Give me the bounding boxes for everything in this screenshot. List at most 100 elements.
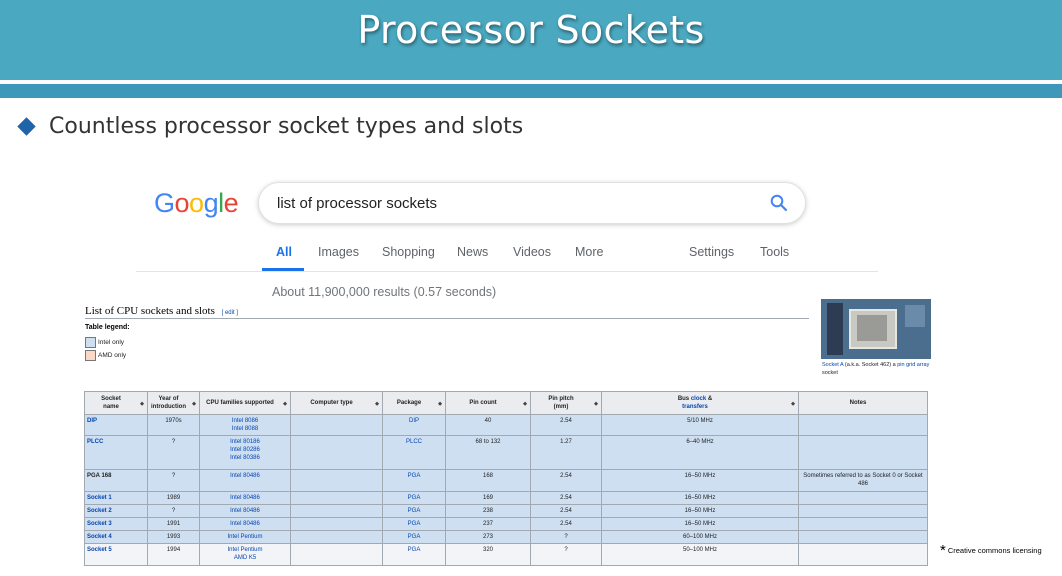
socket-name-cell[interactable]: Socket 3 <box>84 517 148 531</box>
cpu-family-link[interactable]: Intel 80486 <box>202 494 288 502</box>
tab-settings[interactable]: Settings <box>689 245 734 259</box>
socket-name-cell[interactable]: PLCC <box>84 435 148 470</box>
cpu-family-link[interactable]: Intel 80486 <box>202 507 288 515</box>
search-box[interactable]: list of processor sockets <box>258 182 806 224</box>
column-header-cpu[interactable]: CPU families supported ◆ <box>199 391 291 415</box>
header-bus-pre: Bus <box>677 396 691 402</box>
table-row: Socket 1 1989 Intel 80486 PGA 169 2.54 16–50 M… <box>84 491 928 505</box>
column-header-notes[interactable]: Notes <box>798 391 928 415</box>
column-header-year[interactable]: Year of introduction ◆ <box>147 391 200 415</box>
table-row: PLCC? Intel 80186 Intel 80286 Intel 80386 PL… <box>84 435 928 470</box>
sort-icon[interactable]: ◆ <box>192 400 196 408</box>
cpu-family-link[interactable]: Intel 80286 <box>202 446 288 454</box>
sort-icon[interactable]: ◆ <box>438 400 442 408</box>
cpu-families-cell: Intel 80486 <box>199 491 291 505</box>
socket-name-cell[interactable]: Socket 5 <box>84 543 148 566</box>
tab-shopping[interactable]: Shopping <box>382 245 435 259</box>
search-input[interactable]: list of processor sockets <box>277 195 437 212</box>
package-cell[interactable]: PGA <box>382 469 446 492</box>
package-cell[interactable]: DIP <box>382 414 446 436</box>
diamond-bullet-icon <box>17 117 36 136</box>
cpu-family-link[interactable]: Intel 80186 <box>202 438 288 446</box>
pin-count-cell: 238 <box>445 504 531 518</box>
bullet-text: Countless processor socket types and slo… <box>49 114 524 139</box>
sort-icon[interactable]: ◆ <box>791 400 795 408</box>
sort-icon[interactable]: ◆ <box>375 400 379 408</box>
tab-tools[interactable]: Tools <box>760 245 789 259</box>
notes-cell <box>798 517 928 531</box>
table-header-row: Socket name ◆ Year of introduction ◆ CPU… <box>84 391 928 415</box>
pin-pitch-cell: 2.54 <box>530 469 602 492</box>
pin-count-cell: 68 to 132 <box>445 435 531 470</box>
sort-icon[interactable]: ◆ <box>140 400 144 408</box>
cpu-family-link[interactable]: Intel 80386 <box>202 454 288 462</box>
header-bus-clock-link[interactable]: clock <box>691 396 706 402</box>
package-cell[interactable]: PGA <box>382 517 446 531</box>
sort-icon[interactable]: ◆ <box>523 400 527 408</box>
computer-type-cell <box>290 504 383 518</box>
table-row: PGA 168? Intel 80486 PGA 168 2.54 16–50 MHz So… <box>84 469 928 492</box>
slide-title: Processor Sockets <box>357 8 705 52</box>
computer-type-cell <box>290 469 383 492</box>
socket-photo-image[interactable] <box>821 299 931 359</box>
cpu-family-link[interactable]: AMD K5 <box>202 554 288 562</box>
footnote-text: Creative commons licensing <box>947 546 1042 555</box>
bus-clock-cell: 50–100 MHz <box>601 543 799 566</box>
column-header-type[interactable]: Computer type ◆ <box>290 391 383 415</box>
package-cell[interactable]: PGA <box>382 543 446 566</box>
caption-link-pga[interactable]: pin grid array <box>897 362 929 368</box>
bus-clock-cell: 5/10 MHz <box>601 414 799 436</box>
pin-count-cell: 168 <box>445 469 531 492</box>
sort-icon[interactable]: ◆ <box>283 400 287 408</box>
legend-title: Table legend: <box>85 324 130 331</box>
wiki-edit-link[interactable]: [ edit ] <box>222 310 238 316</box>
cpu-family-link[interactable]: Intel Pentium <box>202 546 288 554</box>
column-header-pins[interactable]: Pin count ◆ <box>445 391 531 415</box>
package-cell[interactable]: PGA <box>382 530 446 544</box>
header-bus-transfers-link[interactable]: transfers <box>682 404 708 410</box>
cpu-family-link[interactable]: Intel Pentium <box>202 533 288 541</box>
legend-item-intel: Intel only <box>85 337 124 348</box>
header-cpu-text: CPU families supported <box>206 400 274 406</box>
column-header-package[interactable]: Package ◆ <box>382 391 446 415</box>
year-cell: 1989 <box>147 491 200 505</box>
search-icon[interactable] <box>769 193 789 213</box>
socket-name-cell[interactable]: Socket 4 <box>84 530 148 544</box>
license-footnote: * Creative commons licensing <box>940 542 1042 563</box>
year-cell: 1970s <box>147 414 200 436</box>
google-logo[interactable]: Google <box>154 188 239 219</box>
tab-more[interactable]: More <box>575 245 603 259</box>
notes-cell <box>798 435 928 470</box>
tab-images[interactable]: Images <box>318 245 359 259</box>
legend-item-amd: AMD only <box>85 350 126 361</box>
sort-icon[interactable]: ◆ <box>594 400 598 408</box>
socket-name-cell[interactable]: DIP <box>84 414 148 436</box>
package-cell[interactable]: PGA <box>382 491 446 505</box>
photo-socket-center <box>857 315 887 341</box>
column-header-bus[interactable]: Bus clock & transfers ◆ <box>601 391 799 415</box>
results-count: About 11,900,000 results (0.57 seconds) <box>272 285 497 299</box>
pin-pitch-cell: ? <box>530 530 602 544</box>
tab-news[interactable]: News <box>457 245 488 259</box>
socket-name-cell: PGA 168 <box>84 469 148 492</box>
header-type-text: Computer type <box>310 400 353 406</box>
tab-all[interactable]: All <box>276 245 292 259</box>
package-cell[interactable]: PGA <box>382 504 446 518</box>
cpu-family-link[interactable]: Intel 80486 <box>202 472 288 480</box>
cpu-family-link[interactable]: Intel 80486 <box>202 520 288 528</box>
column-header-pitch[interactable]: Pin pitch (mm) ◆ <box>530 391 602 415</box>
table-row: Socket 5 1994 Intel Pentium AMD K5 PGA 320? 50… <box>84 543 928 566</box>
socket-name-cell[interactable]: Socket 2 <box>84 504 148 518</box>
footnote-star: * <box>940 542 946 559</box>
tab-videos[interactable]: Videos <box>513 245 551 259</box>
socket-name-cell[interactable]: Socket 1 <box>84 491 148 505</box>
caption-link-socket-a[interactable]: Socket A <box>822 362 843 368</box>
wiki-heading-text: List of CPU sockets and slots <box>85 305 215 317</box>
cpu-family-link[interactable]: Intel 8088 <box>202 425 288 433</box>
cpu-family-link[interactable]: Intel 8086 <box>202 417 288 425</box>
package-cell[interactable]: PLCC <box>382 435 446 470</box>
cpu-families-cell: Intel 8086 Intel 8088 <box>199 414 291 436</box>
bus-clock-cell: 60–100 MHz <box>601 530 799 544</box>
notes-cell <box>798 414 928 436</box>
column-header-socket[interactable]: Socket name ◆ <box>84 391 148 415</box>
